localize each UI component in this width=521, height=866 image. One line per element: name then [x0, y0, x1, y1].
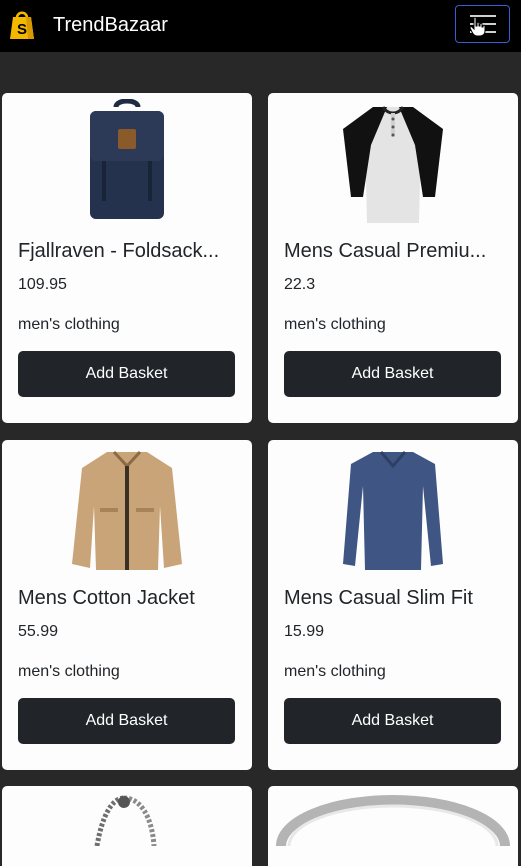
product-image[interactable] [2, 99, 252, 223]
add-basket-button[interactable]: Add Basket [284, 351, 501, 397]
product-card[interactable] [268, 786, 518, 866]
product-category: men's clothing [284, 663, 386, 680]
product-card[interactable]: Fjallraven - Foldsack... 109.95 men's cl… [2, 93, 252, 423]
product-image[interactable] [268, 99, 518, 223]
brand-name[interactable]: TrendBazaar [53, 12, 168, 38]
product-price: 109.95 [18, 276, 67, 293]
product-title[interactable]: Fjallraven - Foldsack... [18, 238, 238, 264]
product-card[interactable]: Mens Casual Slim Fit 15.99 men's clothin… [268, 440, 518, 770]
product-image[interactable] [2, 446, 252, 570]
product-price: 15.99 [284, 623, 325, 640]
silver-ring-image [276, 795, 510, 866]
hand-cursor-icon [470, 17, 486, 37]
product-price: 22.3 [284, 276, 316, 293]
svg-text:S: S [17, 21, 27, 38]
product-category: men's clothing [284, 316, 386, 333]
product-category: men's clothing [18, 316, 120, 333]
slim-fit-shirt-image [343, 451, 443, 570]
product-image[interactable] [268, 446, 518, 570]
add-basket-button[interactable]: Add Basket [18, 698, 235, 744]
backpack-image [90, 99, 164, 219]
product-card[interactable]: Mens Cotton Jacket 55.99 men's clothing … [2, 440, 252, 770]
add-basket-button[interactable]: Add Basket [284, 698, 501, 744]
product-card[interactable]: Mens Casual Premiu... 22.3 men's clothin… [268, 93, 518, 423]
raglan-tshirt-image [343, 106, 443, 223]
product-title[interactable]: Mens Casual Premiu... [284, 238, 504, 264]
product-price: 55.99 [18, 623, 59, 640]
top-navbar: S TrendBazaar [0, 0, 521, 52]
chain-bracelet-image [94, 795, 157, 847]
product-title[interactable]: Mens Cotton Jacket [18, 585, 238, 611]
shopping-bag-icon[interactable]: S [9, 9, 35, 40]
product-category: men's clothing [18, 663, 120, 680]
product-card[interactable] [2, 786, 252, 866]
product-title[interactable]: Mens Casual Slim Fit [284, 585, 504, 611]
cotton-jacket-image [72, 450, 182, 570]
add-basket-button[interactable]: Add Basket [18, 351, 235, 397]
